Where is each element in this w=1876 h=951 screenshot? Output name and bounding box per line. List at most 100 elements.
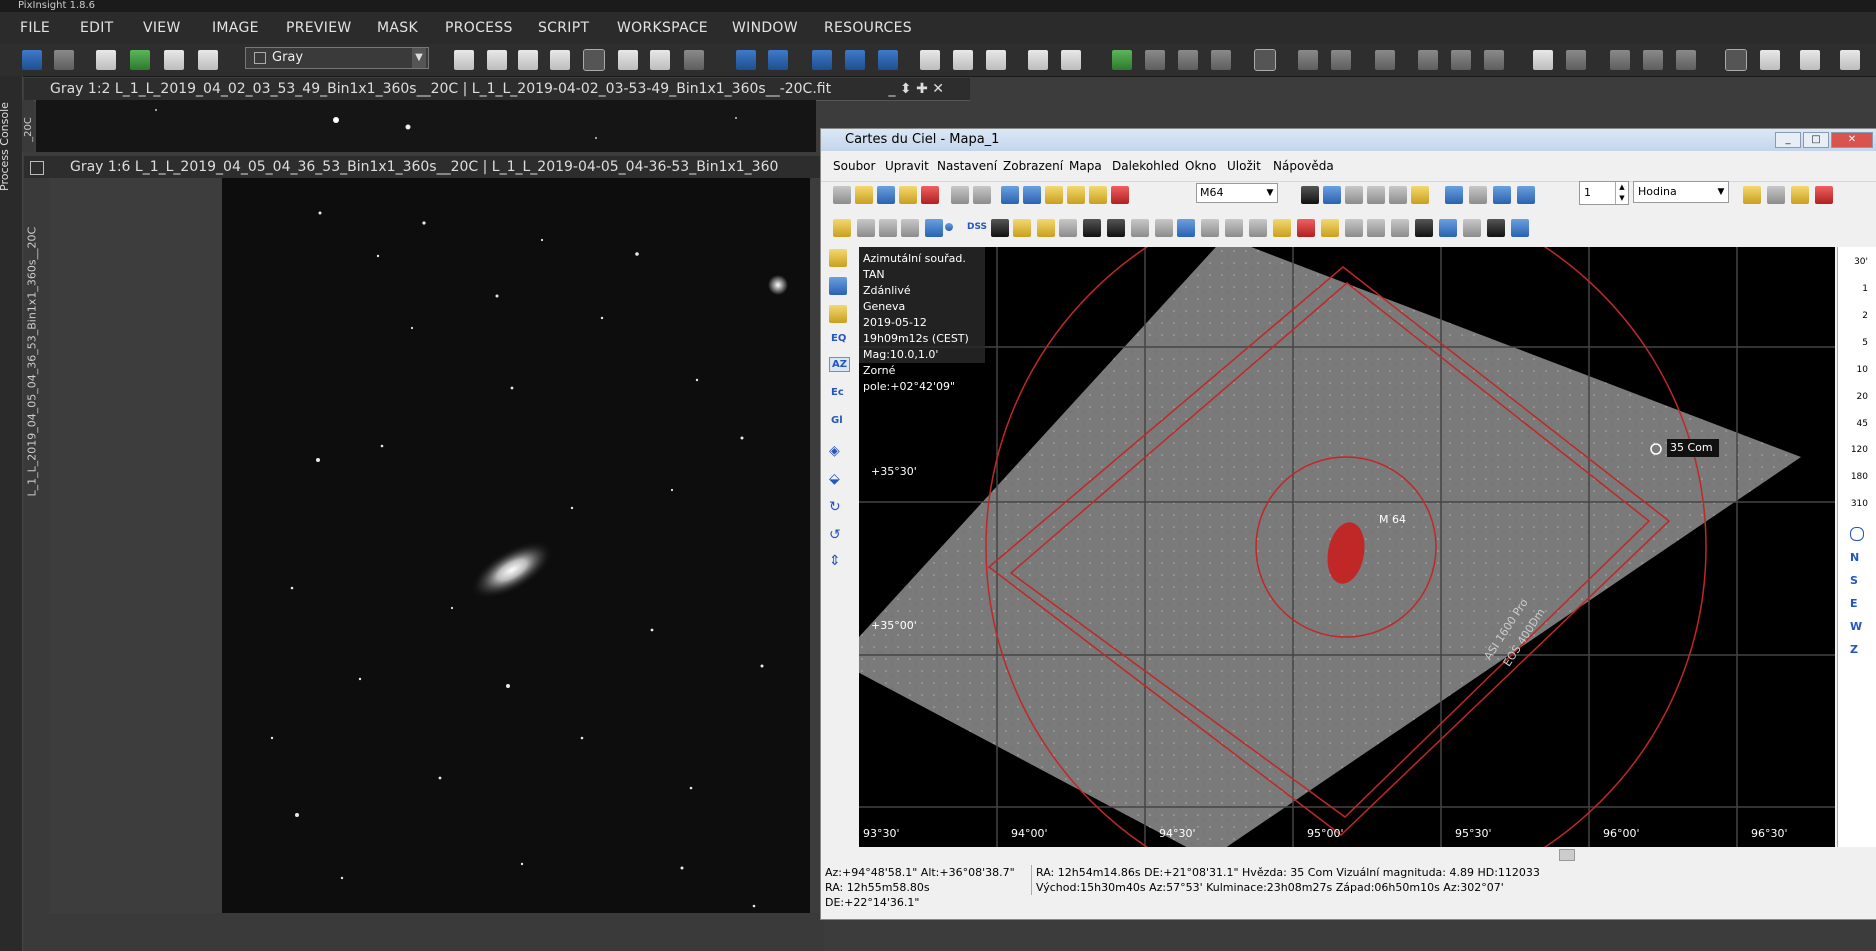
workspace-3-icon[interactable]	[1800, 50, 1820, 70]
solar-system-icon[interactable]	[1511, 219, 1529, 237]
calendar-2-icon[interactable]	[1389, 186, 1407, 204]
binoculars-icon[interactable]	[1301, 186, 1319, 204]
stepper-arrows-icon[interactable]: ▲ ▼	[1615, 182, 1628, 204]
chart-horizontal-scrollbar[interactable]	[859, 847, 1835, 861]
boundaries-icon[interactable]	[1225, 219, 1243, 237]
minimize-icon[interactable]: _	[1775, 132, 1801, 148]
swap-image-icon[interactable]	[164, 50, 184, 70]
cdc-menu-dalekohled[interactable]: Dalekohled	[1112, 159, 1179, 173]
menu-resources[interactable]: RESOURCES	[824, 20, 912, 36]
stf-auto-icon[interactable]	[1178, 50, 1198, 70]
stf-linked-icon[interactable]	[1145, 50, 1165, 70]
dir-west[interactable]: W	[1850, 620, 1862, 633]
list-icon[interactable]	[1345, 186, 1363, 204]
ruler-icon[interactable]	[1321, 219, 1339, 237]
undo-map-icon[interactable]	[1001, 186, 1019, 204]
image-properties-icon[interactable]	[198, 50, 218, 70]
fov-scale-120[interactable]: 120	[1851, 445, 1868, 455]
menu-mask[interactable]: MASK	[377, 20, 418, 36]
mount-icon[interactable]	[1439, 219, 1457, 237]
fov-scale-45[interactable]: 45	[1857, 419, 1868, 429]
bulb-icon[interactable]	[1013, 219, 1031, 237]
zoom-1-1-icon[interactable]	[812, 50, 832, 70]
globe-icon[interactable]	[829, 277, 847, 295]
time-back-icon[interactable]	[1445, 186, 1463, 204]
preview-mode-icon[interactable]	[650, 50, 670, 70]
split-view-icon[interactable]	[973, 186, 991, 204]
night-vision-icon[interactable]	[1415, 219, 1433, 237]
time-fast-forward-icon[interactable]	[1517, 186, 1535, 204]
dir-south[interactable]: S	[1850, 574, 1858, 587]
save-icon[interactable]	[877, 186, 895, 204]
gal-coords-button[interactable]: Gl	[831, 415, 843, 426]
colorspace-select[interactable]: Gray ▼	[245, 47, 429, 69]
undo-icon[interactable]	[22, 50, 42, 70]
fov-scale-20[interactable]: 20	[1857, 392, 1868, 402]
layout-4-icon[interactable]	[1643, 50, 1663, 70]
scrollbar-thumb[interactable]	[1559, 849, 1575, 861]
dir-east[interactable]: E	[1850, 597, 1858, 610]
window-1-controls[interactable]: _ ⬍ ✚ ✕	[888, 78, 944, 100]
sky-chart[interactable]: Azimutální souřad. TAN Zdánlivé Geneva 2…	[859, 247, 1835, 847]
time-forward-icon[interactable]	[1493, 186, 1511, 204]
dir-north[interactable]: N	[1850, 551, 1859, 564]
target-icon[interactable]	[1767, 186, 1785, 204]
window-maximize-icon[interactable]	[1061, 50, 1081, 70]
flip-horizontal-icon[interactable]: ◈	[829, 443, 847, 461]
zoom-in-map-icon[interactable]	[1045, 186, 1063, 204]
markers-icon[interactable]	[1111, 186, 1129, 204]
cdc-titlebar[interactable]: Cartes du Ciel - Mapa_1 _ □ ✕	[821, 129, 1876, 151]
maximize-icon[interactable]: □	[1803, 132, 1829, 148]
telescope-icon[interactable]	[1743, 186, 1761, 204]
menu-preview[interactable]: PREVIEW	[286, 20, 352, 36]
pan-icon[interactable]	[550, 50, 570, 70]
time-step-stepper[interactable]: 1 ▲ ▼	[1579, 181, 1629, 205]
layout-1-icon[interactable]	[1533, 50, 1553, 70]
readout-mode-icon[interactable]	[618, 50, 638, 70]
window-restore-icon[interactable]	[1028, 50, 1048, 70]
explorer-6-icon[interactable]	[1484, 50, 1504, 70]
planets-icon[interactable]	[925, 219, 943, 237]
move-mode-icon[interactable]	[583, 49, 605, 71]
labels-icon[interactable]	[1273, 219, 1291, 237]
fov-scale-180[interactable]: 180	[1851, 472, 1868, 482]
rotate-180-icon[interactable]: ⇕	[829, 553, 847, 571]
chevron-down-icon[interactable]: ▼	[1263, 184, 1277, 202]
lines-icon[interactable]	[879, 219, 897, 237]
zoom-out-icon[interactable]	[768, 50, 788, 70]
cdc-menu-soubor[interactable]: Soubor	[833, 159, 875, 173]
menu-script[interactable]: SCRIPT	[538, 20, 589, 36]
alpha-icon[interactable]	[1345, 219, 1363, 237]
menu-workspace[interactable]: WORKSPACE	[617, 20, 708, 36]
preview-edit-icon[interactable]	[953, 50, 973, 70]
workspace-2-icon[interactable]	[1760, 50, 1780, 70]
grid-eq-icon[interactable]	[1155, 219, 1173, 237]
asteroids-icon[interactable]	[945, 223, 953, 231]
night-icon[interactable]	[829, 249, 847, 267]
fov-scale-5[interactable]: 5	[1862, 338, 1868, 348]
fit-view-icon[interactable]	[487, 50, 507, 70]
explorer-5-icon[interactable]	[1451, 50, 1471, 70]
zenith-icon[interactable]	[1850, 527, 1864, 541]
fov-scale-bar[interactable]: 30' 1 2 5 10 20 45 120 180 310 N S E W Z	[1837, 247, 1876, 847]
dss-label[interactable]: DSS	[967, 222, 987, 232]
image-window-1-titlebar[interactable]: Gray 1:2 L_1_L_2019_04_02_03_53_49_Bin1x…	[24, 78, 970, 101]
stf-icon[interactable]	[1112, 50, 1132, 70]
workspace-1-icon[interactable]	[1725, 49, 1747, 71]
zoom-fit-window-icon[interactable]	[878, 50, 898, 70]
cdc-menu-nastaveni[interactable]: Nastavení	[937, 159, 997, 173]
fov-circle-icon[interactable]	[1297, 219, 1315, 237]
menu-edit[interactable]: EDIT	[80, 20, 114, 36]
fov-scale-10[interactable]: 10	[1857, 365, 1868, 375]
time-stop-icon[interactable]	[1469, 186, 1487, 204]
calendar-1-icon[interactable]	[1367, 186, 1385, 204]
constellation-lines-icon[interactable]	[1201, 219, 1219, 237]
zoom-in-icon[interactable]	[736, 50, 756, 70]
menu-process[interactable]: PROCESS	[445, 20, 513, 36]
satellite-icon[interactable]	[1463, 219, 1481, 237]
hand-icon[interactable]	[1107, 219, 1125, 237]
anchor-icon[interactable]	[1487, 219, 1505, 237]
select-mode-icon[interactable]	[684, 50, 704, 70]
zoom-2-1-icon[interactable]	[845, 50, 865, 70]
workspace-4-icon[interactable]	[1840, 50, 1860, 70]
